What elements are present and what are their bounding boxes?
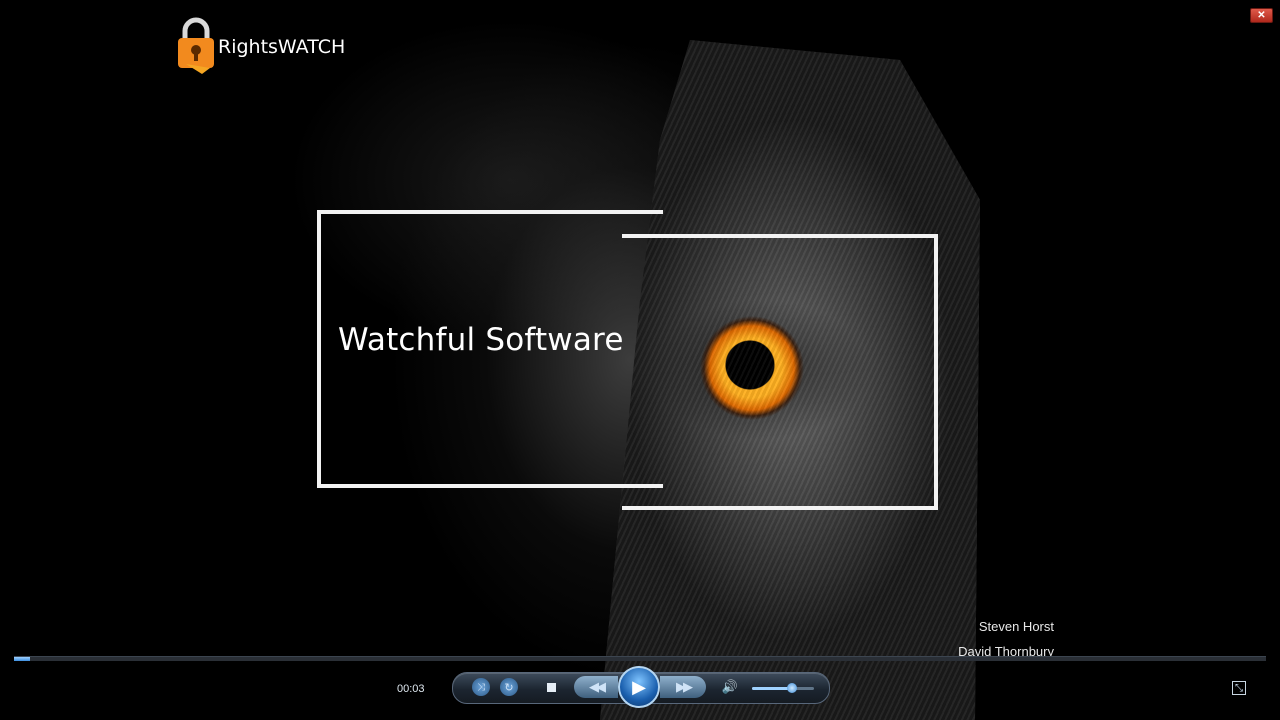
shuffle-button[interactable]: ⤨ <box>472 678 490 696</box>
next-button[interactable]: ▶▶ <box>660 676 706 698</box>
stop-button[interactable] <box>545 681 557 693</box>
seek-progress <box>14 657 30 661</box>
play-icon: ▶ <box>632 676 646 697</box>
current-time: 00:03 <box>397 683 425 695</box>
fast-forward-icon: ▶▶ <box>676 679 693 694</box>
video-frame[interactable]: Watchful Software RightsWATCH Steven Hor… <box>0 0 1280 720</box>
right-frame-border <box>622 234 938 510</box>
fullscreen-button[interactable]: ⤡ <box>1232 681 1246 695</box>
rewind-icon: ◀◀ <box>589 679 606 694</box>
shuffle-icon: ⤨ <box>477 681 485 693</box>
fullscreen-icon: ⤡ <box>1235 682 1243 694</box>
close-icon: ✕ <box>1257 10 1266 21</box>
lock-icon <box>178 17 214 74</box>
credit-name: Steven Horst <box>978 619 1054 634</box>
repeat-button[interactable]: ↻ <box>500 678 518 696</box>
seek-bar[interactable] <box>14 656 1266 661</box>
close-button[interactable]: ✕ <box>1250 8 1273 23</box>
volume-knob[interactable] <box>787 683 797 693</box>
video-title: Watchful Software <box>338 322 624 358</box>
previous-button[interactable]: ◀◀ <box>574 676 618 698</box>
volume-slider[interactable] <box>752 683 814 693</box>
play-button[interactable]: ▶ <box>618 666 660 708</box>
mute-button[interactable]: 🔊 <box>720 679 740 695</box>
repeat-icon: ↻ <box>504 681 514 694</box>
logo-text: RightsWATCH <box>218 36 346 58</box>
speaker-icon: 🔊 <box>721 679 739 694</box>
stop-icon <box>546 682 556 692</box>
volume-level <box>752 687 792 690</box>
